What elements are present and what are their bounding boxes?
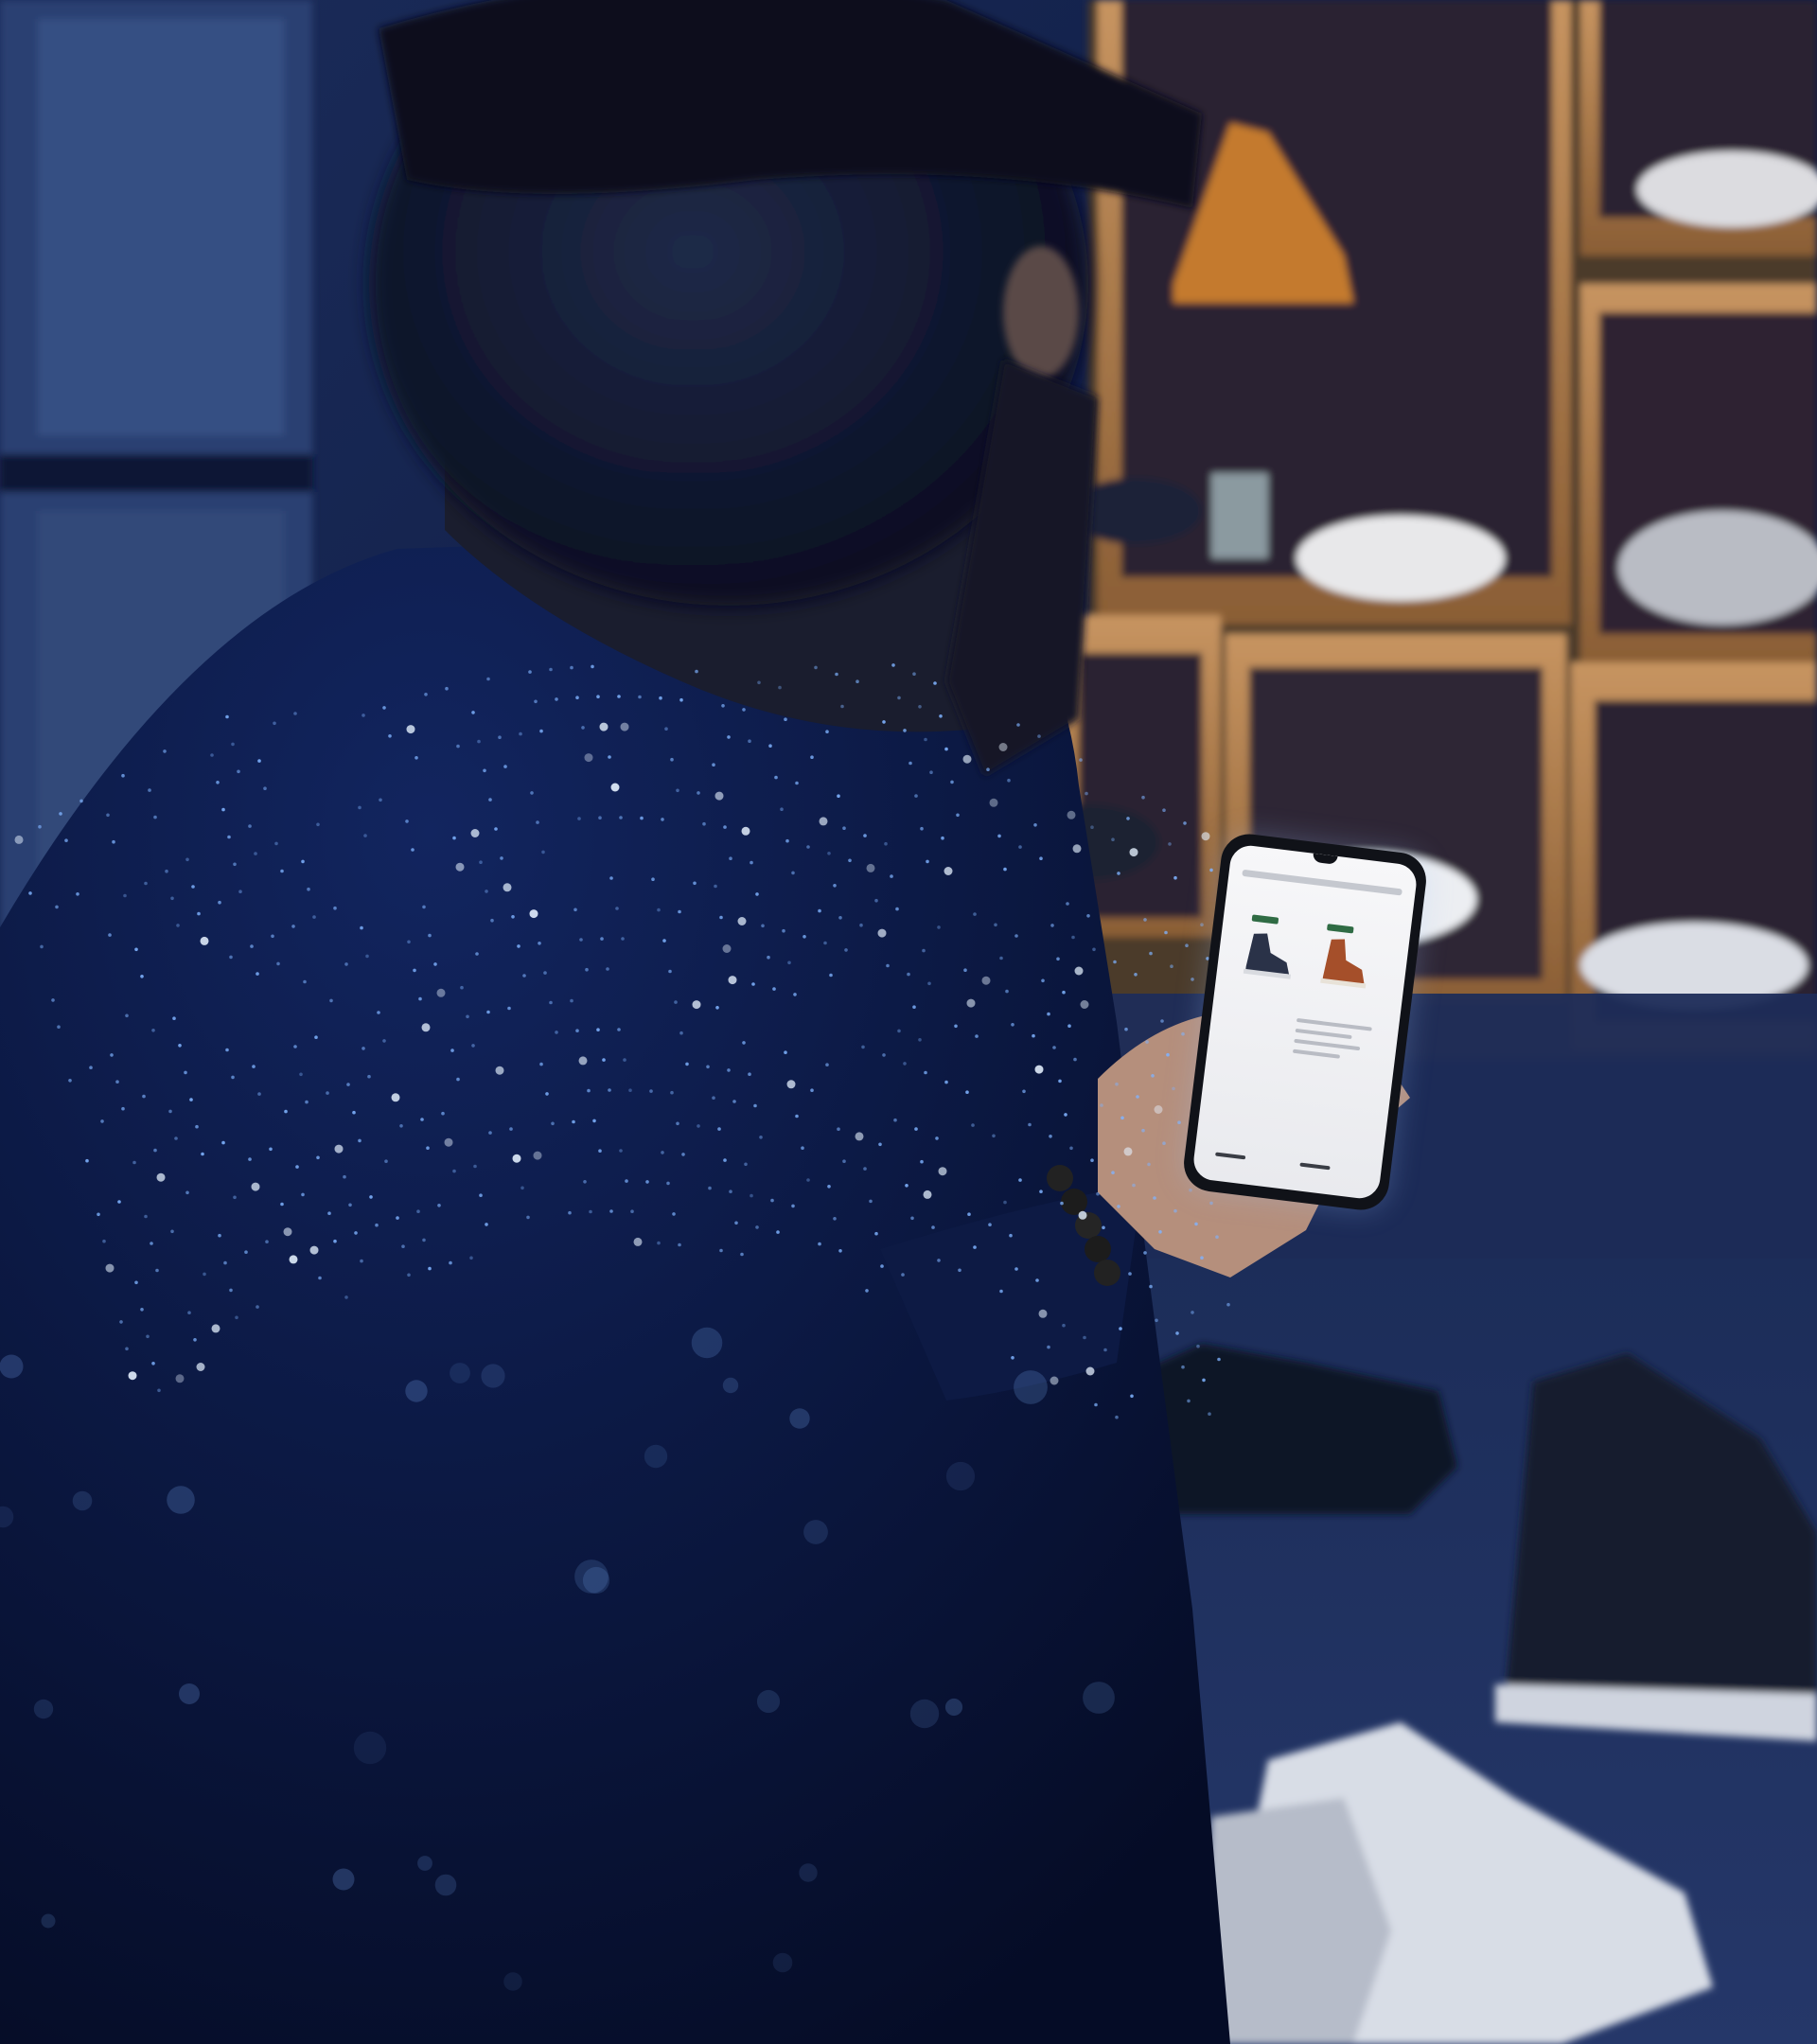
- product-text-line: [1295, 1028, 1352, 1040]
- product-text-line: [1294, 1038, 1361, 1051]
- nav-indicator[interactable]: [1215, 1152, 1246, 1160]
- smartphone: [1180, 831, 1430, 1213]
- product-thumbnail-brown-boot[interactable]: [1310, 923, 1376, 996]
- dark-sneaker-icon: [1243, 933, 1292, 979]
- phone-screen: [1191, 843, 1419, 1201]
- nav-indicator[interactable]: [1299, 1162, 1331, 1171]
- product-thumbnail-dark-sneaker[interactable]: [1235, 913, 1301, 986]
- photo-scene: [0, 0, 1817, 2044]
- product-text-line: [1292, 1048, 1341, 1059]
- app-header-bar: [1242, 869, 1402, 896]
- brown-boot-icon: [1320, 939, 1367, 989]
- scene-illustration: [0, 0, 1817, 2044]
- phone-notch: [1312, 853, 1338, 865]
